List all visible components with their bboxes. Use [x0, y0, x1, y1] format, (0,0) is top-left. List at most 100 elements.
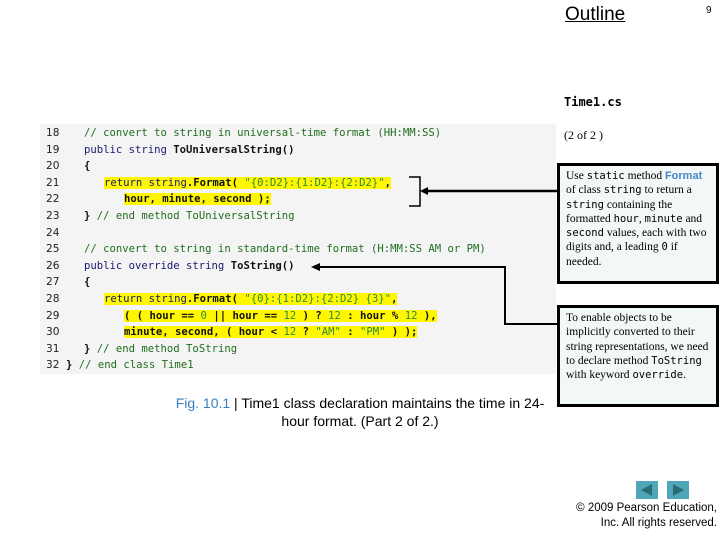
code-text: ( ( hour == 0 || hour == 12 ) ? 12 : hou… — [124, 308, 437, 325]
code-token: ( ( hour == — [124, 309, 201, 322]
line-number: 22 — [46, 193, 60, 206]
line-number: 23 — [46, 210, 60, 222]
code-token: ) ); — [385, 326, 418, 339]
code-token: "{0:D2}:{1:D2}:{2:D2}" — [244, 176, 385, 189]
highlighted-term: Format — [664, 170, 703, 182]
line-number: 25 — [46, 243, 60, 256]
code-token: 12 — [283, 326, 297, 339]
line-number: 32 — [46, 359, 60, 372]
next-slide-button[interactable] — [667, 481, 689, 499]
code-term: minute — [644, 212, 683, 225]
code-term: hour — [613, 212, 639, 225]
code-token: "{0}:{1:D2}:{2:D2} {3}" — [244, 293, 392, 305]
code-text: public override string ToString() — [84, 258, 294, 275]
code-token: ToString() — [230, 259, 295, 272]
code-token: return string — [104, 293, 187, 305]
code-panel: 18 // convert to string in universal-time… — [40, 124, 556, 374]
line-number: 21 — [46, 176, 60, 189]
line-number: 26 — [46, 259, 60, 272]
code-token: // convert to string in standard-time fo… — [84, 243, 486, 256]
callout-text: of class — [566, 184, 604, 197]
code-text: } // end class Time1 — [66, 357, 194, 374]
code-token: { — [84, 276, 91, 289]
code-text: public string ToUniversalString() — [84, 142, 294, 159]
code-text: return string.Format( "{0:D2}:{1:D2}:{2:… — [104, 175, 392, 192]
code-text: { — [84, 158, 90, 175]
code-token: ToUniversalString() — [173, 143, 295, 156]
code-token: } — [66, 359, 79, 372]
line-number: 18 — [46, 127, 60, 139]
figure-label: Fig. 10.1 — [175, 395, 231, 411]
code-term: ToString — [651, 354, 702, 367]
code-token: // end method ToString — [96, 342, 238, 355]
copyright-line-2: Inc. All rights reserved. — [600, 516, 717, 529]
callout-tostring-explanation: To enable objects to be implicitly conve… — [557, 305, 719, 407]
code-token: 12 — [283, 309, 297, 322]
code-token: // end class Time1 — [78, 359, 194, 372]
line-number: 31 — [46, 342, 60, 355]
code-text: } // end method ToString — [84, 341, 237, 358]
code-token: public string — [84, 143, 174, 156]
code-text: hour, minute, second ); — [124, 191, 271, 208]
code-token: "PM" — [360, 326, 386, 339]
code-token: { — [84, 160, 91, 173]
code-token: hour, minute, second ); — [124, 193, 271, 206]
callout-text: method — [624, 170, 665, 182]
caption-separator: | — [230, 395, 242, 411]
outline-title[interactable]: Outline — [565, 4, 625, 26]
code-token: return string — [104, 176, 187, 189]
part-label: (2 of 2 ) — [564, 128, 603, 142]
callout-text: Use — [566, 170, 587, 182]
line-number: 29 — [46, 309, 60, 322]
caption-text: Time1 class declaration maintains the ti… — [241, 395, 545, 429]
line-number: 20 — [46, 160, 60, 173]
code-token: "AM" — [315, 326, 341, 339]
code-token: 12 — [328, 309, 341, 322]
code-token: ) ? — [296, 309, 329, 322]
code-term: string — [603, 184, 642, 197]
code-text: minute, second, ( hour < 12 ? "AM" : "PM… — [124, 324, 418, 341]
code-token: : hour % — [340, 309, 405, 322]
code-token: // convert to string in universal-time f… — [84, 127, 442, 139]
page-number: 9 — [706, 5, 712, 16]
code-term: second — [566, 227, 604, 240]
code-text: // convert to string in universal-time f… — [84, 125, 441, 142]
line-number: 24 — [46, 226, 60, 239]
code-token: ), — [417, 309, 437, 322]
line-number: 27 — [46, 276, 60, 289]
code-token: ? — [296, 326, 316, 339]
code-text: } // end method ToUniversalString — [84, 208, 294, 225]
code-token: || hour == — [206, 309, 284, 322]
code-token: , — [391, 293, 398, 305]
callout-text: to return a — [641, 184, 692, 197]
callout-format-explanation: Use static method Format of class string… — [557, 163, 719, 284]
code-term: static — [586, 170, 625, 182]
callout-text: with keyword — [566, 369, 633, 382]
previous-slide-button[interactable] — [636, 481, 658, 499]
code-token: 12 — [404, 309, 418, 322]
code-text: { — [84, 274, 90, 291]
code-token: .Format( — [186, 176, 245, 189]
copyright: © 2009 Pearson Education, Inc. All right… — [560, 501, 717, 530]
code-term: override — [632, 369, 684, 382]
code-text: // convert to string in standard-time fo… — [84, 241, 486, 258]
line-number: 28 — [46, 293, 60, 305]
figure-caption: Fig. 10.1 | Time1 class declaration main… — [170, 394, 550, 430]
code-text: return string.Format( "{0}:{1:D2}:{2:D2}… — [104, 291, 398, 308]
code-token: // end method ToUniversalString — [96, 210, 295, 222]
line-number: 19 — [46, 143, 60, 156]
code-token: minute, second, ( hour < — [124, 326, 284, 339]
code-token: } — [84, 342, 97, 355]
copyright-line-1: © 2009 Pearson Education, — [576, 502, 717, 514]
code-token: , — [384, 176, 392, 189]
code-token: public override string — [84, 259, 231, 272]
triangle-right-icon — [673, 484, 684, 496]
callout-text: and — [682, 212, 703, 225]
triangle-left-icon — [641, 484, 652, 496]
callout-text: . — [683, 369, 686, 382]
code-token: } — [84, 210, 97, 222]
code-token: .Format( — [186, 293, 245, 305]
file-name: Time1.cs — [564, 95, 622, 109]
code-token: : — [340, 326, 361, 339]
line-number: 30 — [46, 326, 60, 339]
